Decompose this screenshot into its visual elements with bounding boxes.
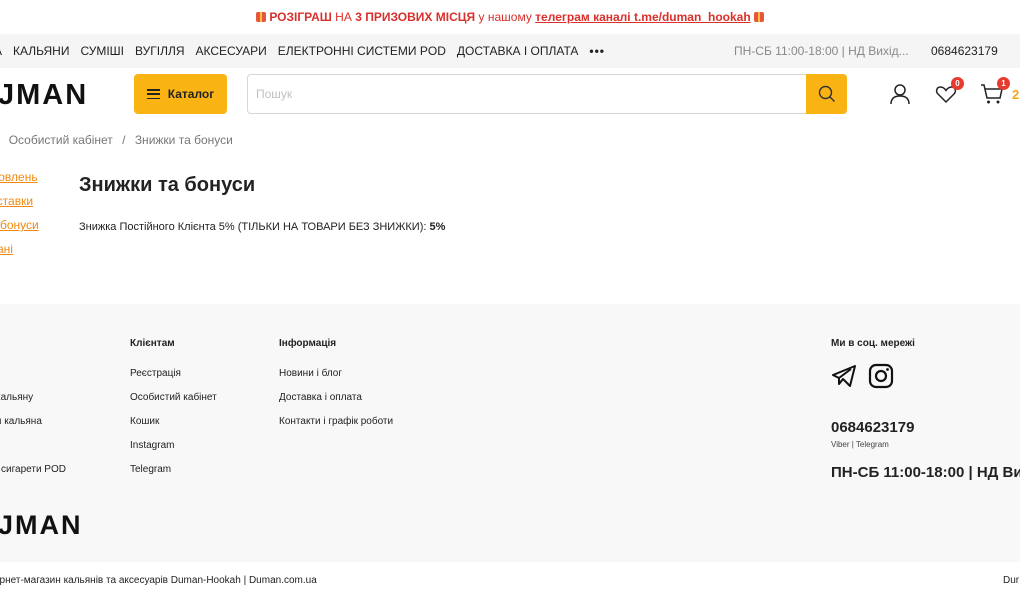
discount-label: Знижка Постійного Клієнта 5% (ТІЛЬКИ НА …	[79, 221, 430, 233]
search-bar	[247, 74, 847, 114]
promo-after: у нашому	[475, 10, 536, 24]
footer-heading-social: Ми в соц. мережі	[831, 338, 915, 349]
cart-button[interactable]: 1	[980, 77, 1010, 106]
favorites-button[interactable]: 0	[934, 77, 964, 106]
promo-bold: 3 ПРИЗОВИХ МІСЦЯ	[355, 10, 476, 24]
sidebar-item-personal-data[interactable]: дані	[0, 242, 39, 257]
site-logo[interactable]: JMAN	[0, 80, 88, 110]
instagram-icon[interactable]	[868, 363, 894, 389]
breadcrumb: / Особистий кабінет / Знижки та бонуси	[0, 133, 239, 147]
footer-link-delivery[interactable]: Доставка і оплата	[279, 392, 393, 404]
sidebar-item-delivery[interactable]: оставки	[0, 194, 39, 209]
header-phone[interactable]: 0684623179	[931, 44, 998, 58]
page-title: Знижки та бонуси	[79, 174, 256, 196]
more-menu-icon[interactable]: •••	[589, 44, 605, 58]
footer-link-contacts[interactable]: Контакти і графік роботи	[279, 416, 393, 428]
footer-link-telegram[interactable]: Telegram	[130, 464, 217, 476]
breadcrumb-separator: /	[122, 133, 126, 147]
promo-prefix: РОЗІГРАШ	[269, 10, 332, 24]
top-menu: А КАЛЬЯНИ СУМІШІ ВУГІЛЛЯ АКСЕСУАРИ ЕЛЕКТ…	[0, 34, 616, 68]
breadcrumb-current: Знижки та бонуси	[134, 133, 233, 147]
footer-link[interactable]: я кальяна	[0, 416, 66, 428]
footer-working-hours: ПН-СБ 11:00-18:00 | НД Ви	[831, 464, 1020, 481]
gift-icon	[256, 12, 267, 22]
promo-banner: РОЗІГРАШ НА 3 ПРИЗОВИХ МІСЦЯ у нашому те…	[0, 0, 1020, 34]
top-nav: А КАЛЬЯНИ СУМІШІ ВУГІЛЛЯ АКСЕСУАРИ ЕЛЕКТ…	[0, 34, 1020, 68]
copyright-text: ернет-магазин кальянів та аксесуарів Dum…	[0, 575, 317, 586]
footer-phone[interactable]: 0684623179	[831, 419, 914, 436]
search-input[interactable]	[256, 84, 796, 104]
gift-icon	[753, 12, 764, 22]
breadcrumb-account[interactable]: Особистий кабінет	[9, 133, 113, 147]
telegram-icon[interactable]	[831, 364, 857, 388]
account-button[interactable]	[888, 82, 912, 106]
footer-link-register[interactable]: Реєстрація	[130, 368, 217, 380]
top-menu-item-accessories[interactable]: АКСЕСУАРИ	[196, 44, 267, 58]
sidebar-item-bonuses[interactable]: а бонуси	[0, 218, 39, 233]
working-hours: ПН-СБ 11:00-18:00 | НД Вихід...	[734, 44, 909, 58]
discount-info: Знижка Постійного Клієнта 5% (ТІЛЬКИ НА …	[79, 221, 445, 233]
favorites-count-badge: 0	[951, 77, 964, 90]
cart-count-badge: 1	[997, 77, 1010, 90]
footer-link-cart[interactable]: Кошик	[130, 416, 217, 428]
footer-heading-clients: Клієнтам	[130, 338, 175, 349]
promo-telegram-link[interactable]: телеграм каналі t.me/duman_hookah	[535, 10, 750, 24]
footer-link[interactable]: і сигарети POD	[0, 464, 66, 476]
bottom-right-text: Dur	[1003, 575, 1020, 586]
footer-link-blog[interactable]: Новини і блог	[279, 368, 393, 380]
top-menu-item-pod[interactable]: ЕЛЕКТРОННІ СИСТЕМИ POD	[278, 44, 446, 58]
footer-link-instagram[interactable]: Instagram	[130, 440, 217, 452]
top-menu-item[interactable]: А	[0, 44, 2, 58]
catalog-button[interactable]: Каталог	[134, 74, 227, 114]
top-menu-item-mixes[interactable]: СУМІШІ	[80, 44, 124, 58]
footer-link[interactable]: кальяну	[0, 392, 66, 404]
footer-col-info: Інформація Новини і блог Доставка і опла…	[279, 338, 393, 440]
footer-logo[interactable]: JMAN	[0, 510, 83, 541]
promo-middle: НА	[331, 10, 356, 24]
footer-link-account[interactable]: Особистий кабінет	[130, 392, 217, 404]
footer: кальяну я кальяна і сигарети POD Клієнта…	[0, 304, 1020, 562]
user-icon	[890, 84, 910, 105]
top-menu-item-hookahs[interactable]: КАЛЬЯНИ	[13, 44, 69, 58]
footer-col-catalog: кальяну я кальяна і сигарети POD	[0, 338, 66, 488]
top-menu-item-coal[interactable]: ВУГІЛЛЯ	[135, 44, 184, 58]
header: JMAN Каталог 0 1 2	[0, 68, 1020, 122]
top-menu-item-delivery[interactable]: ДОСТАВКА І ОПЛАТА	[457, 44, 579, 58]
menu-icon	[146, 89, 160, 99]
search-button[interactable]	[806, 74, 847, 114]
bottom-bar: ернет-магазин кальянів та аксесуарів Dum…	[0, 562, 1020, 600]
footer-col-clients: Клієнтам Реєстрація Особистий кабінет Ко…	[130, 338, 217, 488]
footer-phone-messengers: Viber | Telegram	[831, 440, 889, 449]
account-sidebar: мовлень оставки а бонуси дані	[0, 170, 39, 266]
search-icon	[818, 85, 835, 102]
footer-heading-info: Інформація	[279, 338, 337, 349]
cart-total: 2	[1012, 87, 1020, 102]
sidebar-item-orders[interactable]: мовлень	[0, 170, 39, 185]
discount-value: 5%	[429, 221, 446, 233]
catalog-label: Каталог	[167, 87, 215, 101]
